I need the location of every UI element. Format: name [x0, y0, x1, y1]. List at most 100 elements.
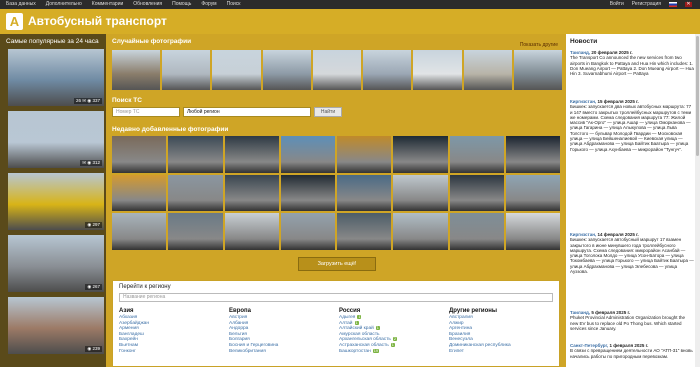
recent-photo-thumb[interactable]: [393, 213, 448, 250]
region-column: Россия Адыгея 1 Алтай 1 Алтайский край 1 Амурск…: [339, 308, 447, 354]
photo-stats: ◉ 239: [85, 346, 102, 352]
nav-forum[interactable]: Форум: [201, 0, 216, 9]
nav-search[interactable]: Поиск: [227, 0, 241, 9]
region-link[interactable]: Великобритания: [229, 349, 337, 355]
recent-photo-thumb[interactable]: [393, 136, 448, 173]
recent-photo-thumb[interactable]: [224, 174, 279, 212]
recent-photo-thumb[interactable]: [505, 174, 560, 212]
news-text: Бишкек: запускается два новых автобусных…: [570, 104, 692, 152]
region-column: Азия Абхазия Азербайджан Армения Бангладеш Ба…: [119, 308, 227, 354]
news-city-link[interactable]: Таиланд,: [570, 50, 590, 55]
news-city-link[interactable]: Киргизстан,: [570, 99, 596, 104]
popular-photo-card[interactable]: ◉ 297: [8, 173, 104, 230]
region-count-badge: 19: [372, 348, 379, 353]
recent-photo-thumb[interactable]: [337, 213, 392, 250]
show-other-link[interactable]: Показать другие: [520, 42, 558, 48]
news-text: Бишкек: запускается автобусный маршрут 1…: [570, 237, 694, 275]
news-city-link[interactable]: Санкт-Петербург,: [570, 343, 608, 348]
recent-photo-thumb[interactable]: [112, 174, 167, 212]
region-column: Европа Австрия Албания Андорра Бельгия Болгар…: [229, 308, 337, 354]
random-photo-thumb[interactable]: [162, 50, 211, 90]
search-row: Номер ТС Любой регион Найти: [112, 107, 342, 117]
recent-photo-thumb[interactable]: [505, 213, 560, 250]
region-group-title: Европа: [229, 308, 251, 314]
photo-stats: 26 ✉ ◉ 337: [74, 98, 102, 104]
region-group-title: Азия: [119, 308, 134, 314]
recent-photo-thumb[interactable]: [224, 213, 279, 250]
popular-photo-card[interactable]: ◉ 267: [8, 235, 104, 292]
top-nav: База данных Дополнительно Комментарии Об…: [6, 0, 240, 9]
recent-photo-thumb[interactable]: [280, 174, 335, 212]
news-item: Киргизстан, 15 февраля 2025 г. Бишкек: за…: [570, 99, 694, 152]
nav-comments[interactable]: Комментарии: [92, 0, 124, 9]
region-group-title: Россия: [339, 308, 361, 314]
random-photo-thumb[interactable]: [463, 50, 512, 90]
nav-help[interactable]: Помощь: [172, 0, 191, 9]
photo-stats: ✉ ◉ 312: [80, 160, 102, 166]
news-date: 5 февраля 2025 г.: [590, 310, 631, 315]
recent-photo-thumb[interactable]: [168, 213, 223, 250]
random-photos-title: Случайные фотографии: [112, 38, 192, 45]
random-photo-thumb[interactable]: [312, 50, 362, 90]
load-more-button[interactable]: Загрузить ещё!: [298, 257, 376, 271]
nav-database[interactable]: База данных: [6, 0, 36, 9]
recent-photo-thumb[interactable]: [337, 136, 392, 173]
news-date: 1 февраля 2025 г.: [608, 343, 649, 348]
region-count-badge: 1: [354, 320, 359, 325]
close-icon[interactable]: ✕: [685, 2, 692, 7]
region-link[interactable]: Гонконг: [119, 349, 227, 355]
site-title[interactable]: Автобусный транспорт: [28, 14, 167, 28]
recent-photo-thumb[interactable]: [505, 136, 560, 173]
site-logo[interactable]: А: [6, 13, 23, 30]
recent-photo-thumb[interactable]: [112, 213, 167, 250]
random-photo-thumb[interactable]: [212, 50, 261, 90]
vehicle-number-input[interactable]: Номер ТС: [112, 107, 180, 117]
recent-photo-thumb[interactable]: [168, 136, 223, 173]
news-text: В связи с превращением деятельности АО "…: [570, 348, 693, 359]
random-photo-thumb[interactable]: [513, 50, 562, 90]
photo-stats: ◉ 297: [85, 222, 102, 228]
news-text: Phuket Provincial Administration Organiz…: [570, 315, 686, 331]
random-photo-thumb[interactable]: [363, 50, 412, 90]
news-item: Санкт-Петербург, 1 февраля 2025 г. В связ…: [570, 343, 694, 359]
region-link[interactable]: Египет: [449, 349, 557, 355]
photo-stats: ◉ 267: [85, 284, 102, 290]
region-name-input[interactable]: Название региона: [119, 293, 553, 302]
recent-photo-thumb[interactable]: [224, 136, 279, 173]
popular-photo-card[interactable]: 26 ✉ ◉ 337: [8, 49, 104, 106]
recent-photo-thumb[interactable]: [168, 174, 223, 212]
news-text: The Transport Co announced the new servi…: [570, 55, 694, 77]
find-button[interactable]: Найти: [314, 107, 342, 117]
random-photos-strip: [112, 50, 562, 90]
recent-photo-thumb[interactable]: [449, 136, 504, 173]
recent-photo-thumb[interactable]: [280, 136, 335, 173]
recent-photo-thumb[interactable]: [449, 174, 504, 212]
recent-photo-thumb[interactable]: [337, 174, 392, 212]
scrollbar-thumb[interactable]: [696, 36, 699, 156]
recent-photo-thumb[interactable]: [280, 213, 335, 250]
news-item: Таиланд, 20 февраля 2025 г. The Transport…: [570, 50, 694, 76]
popular-photo-card[interactable]: ◉ 239: [8, 297, 104, 354]
news-city-link[interactable]: Таиланд,: [570, 310, 590, 315]
nav-updates[interactable]: Обновления: [133, 0, 162, 9]
region-group-title: Другие регионы: [449, 308, 497, 314]
login-link[interactable]: Войти: [610, 0, 624, 9]
region-count-badge: 1: [390, 342, 395, 347]
region-panel-title: Перейти к региону: [119, 284, 171, 290]
nav-extra[interactable]: Дополнительно: [46, 0, 82, 9]
register-link[interactable]: Регистрация: [632, 0, 661, 9]
region-count-badge: 1: [375, 326, 380, 331]
region-select[interactable]: Любой регион: [183, 107, 311, 117]
recent-photo-thumb[interactable]: [393, 174, 448, 212]
random-photo-thumb[interactable]: [262, 50, 311, 90]
random-photo-thumb[interactable]: [413, 50, 462, 90]
popular-photo-card[interactable]: ✉ ◉ 312: [8, 111, 104, 168]
region-link[interactable]: Башкортостан 19: [339, 348, 447, 355]
region-count-badge: 1: [357, 315, 362, 319]
random-photo-thumb[interactable]: [112, 50, 161, 90]
russian-flag-icon[interactable]: [669, 2, 677, 7]
recent-photo-thumb[interactable]: [112, 136, 167, 173]
popular-title: Самые популярные за 24 часа: [6, 38, 99, 45]
recent-photo-thumb[interactable]: [449, 213, 504, 250]
scrollbar[interactable]: [695, 34, 700, 367]
